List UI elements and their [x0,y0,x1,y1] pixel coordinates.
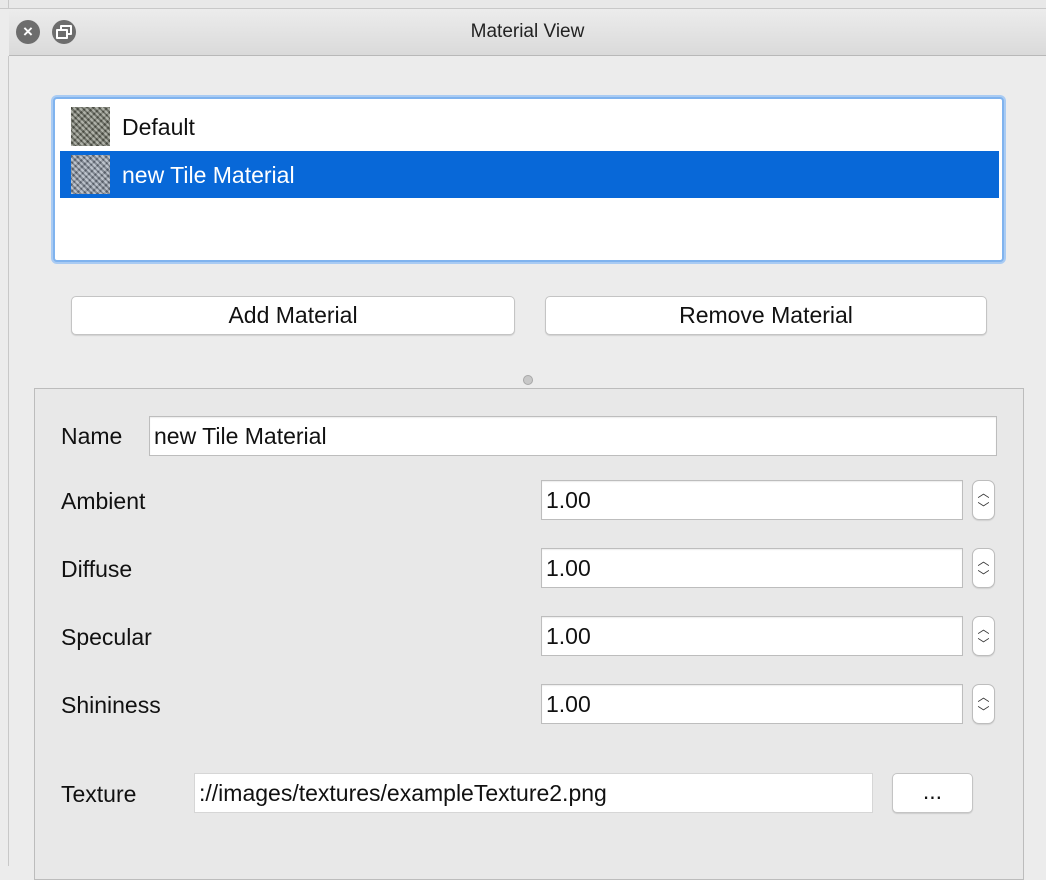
material-label: Default [122,114,195,140]
top-border [0,0,1046,9]
name-label: Name [61,423,123,449]
chevron-up-icon[interactable]: ︿ [973,691,994,703]
chevron-up-icon[interactable]: ︿ [973,487,994,499]
texture-thumbnail [71,155,110,194]
diffuse-label: Diffuse [61,556,133,582]
chevron-up-icon[interactable]: ︿ [973,555,994,567]
name-field[interactable]: new Tile Material [149,416,997,456]
texture-path-field[interactable]: ://images/textures/exampleTexture2.png [194,773,873,813]
material-list[interactable]: Default new Tile Material [53,97,1004,262]
chevron-down-icon[interactable]: ﹀ [973,570,994,582]
specular-stepper[interactable]: ︿ ﹀ [972,616,995,656]
texture-label: Texture [61,781,137,807]
shininess-spinbox[interactable]: 1.00 [541,684,963,724]
add-material-button[interactable]: Add Material [71,296,515,335]
border-tick [8,0,9,8]
texture-thumbnail [71,107,110,146]
ambient-stepper[interactable]: ︿ ﹀ [972,480,995,520]
chevron-up-icon[interactable]: ︿ [973,623,994,635]
shininess-stepper[interactable]: ︿ ﹀ [972,684,995,724]
diffuse-stepper[interactable]: ︿ ﹀ [972,548,995,588]
material-list-item-tile[interactable]: new Tile Material [60,151,999,198]
dock-title-bar[interactable]: × Material View [9,9,1046,56]
remove-material-button[interactable]: Remove Material [545,296,987,335]
material-label: new Tile Material [122,162,295,188]
specular-spinbox[interactable]: 1.00 [541,616,963,656]
window-title: Material View [470,21,585,42]
browse-texture-button[interactable]: ... [892,773,973,813]
chevron-down-icon[interactable]: ﹀ [973,638,994,650]
chevron-down-icon[interactable]: ﹀ [973,502,994,514]
splitter-handle[interactable] [523,375,533,385]
specular-label: Specular [61,624,152,650]
shininess-label: Shininess [61,692,161,718]
material-list-item-default[interactable]: Default [60,103,999,150]
chevron-down-icon[interactable]: ﹀ [973,706,994,718]
diffuse-spinbox[interactable]: 1.00 [541,548,963,588]
ambient-label: Ambient [61,488,146,514]
left-border [8,56,9,866]
ambient-spinbox[interactable]: 1.00 [541,480,963,520]
